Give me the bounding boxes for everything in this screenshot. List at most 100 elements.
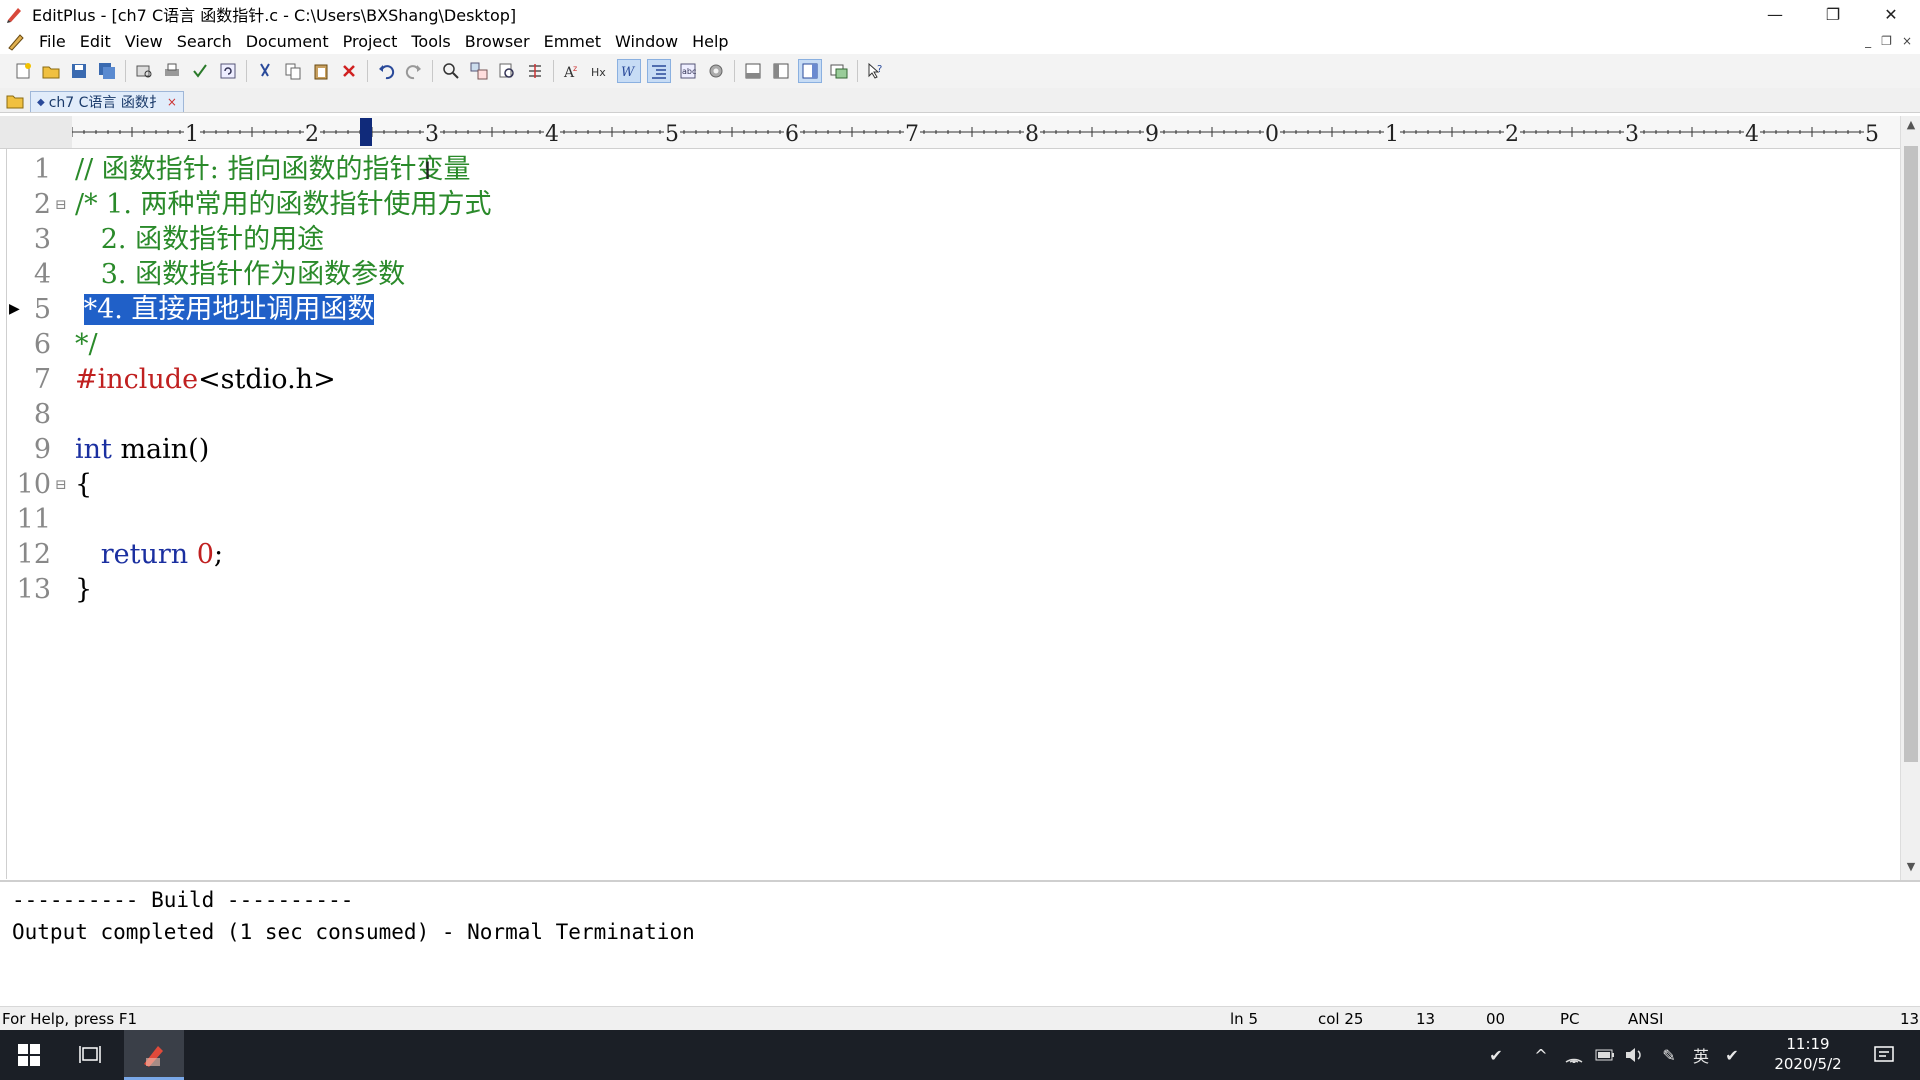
close-button[interactable]: ✕ <box>1862 0 1920 28</box>
ruler-digit: 1 <box>1385 122 1399 147</box>
menu-file[interactable]: File <box>32 32 73 51</box>
delete-icon[interactable] <box>338 60 360 82</box>
status-encoding[interactable]: ANSI <box>1628 1010 1663 1028</box>
tray-volume-icon[interactable] <box>1620 1030 1650 1080</box>
scroll-up-icon[interactable]: ▲ <box>1904 118 1918 134</box>
copy-icon[interactable] <box>282 60 304 82</box>
menu-tools[interactable]: Tools <box>404 32 457 51</box>
mdi-minimize-button[interactable]: _ <box>1865 34 1871 48</box>
taskbar-editplus-app[interactable] <box>124 1030 184 1080</box>
menu-search[interactable]: Search <box>170 32 239 51</box>
line-number: 9 <box>33 434 51 465</box>
code-line[interactable]: 11 <box>7 502 1887 537</box>
word-wrap-icon[interactable]: W <box>617 59 641 83</box>
code-line[interactable]: 2 ⊟ /* 1. 两种常用的函数指针使用方式 <box>7 187 1887 222</box>
code-text: 2. 函数指针的用途 <box>75 222 324 257</box>
tab-close-icon[interactable]: × <box>167 95 177 109</box>
tray-network-icon[interactable] <box>1560 1030 1588 1080</box>
redo-icon[interactable] <box>403 60 425 82</box>
line-number: 13 <box>16 574 51 605</box>
new-file-icon[interactable] <box>12 60 34 82</box>
task-view-icon[interactable] <box>62 1030 118 1080</box>
menu-view[interactable]: View <box>118 32 170 51</box>
document-pencil-icon[interactable] <box>6 31 26 51</box>
save-icon[interactable] <box>68 60 90 82</box>
settings-gear-icon[interactable] <box>705 60 727 82</box>
tray-pen-icon[interactable]: ✎ <box>1654 1030 1684 1080</box>
code-editor[interactable]: 1// 函数指针: 指向函数的指针变量 2 ⊟/* 1. 两种常用的函数指针使用方式… <box>6 149 1901 879</box>
mdi-restore-button[interactable]: ❐ <box>1881 34 1892 48</box>
code-line[interactable]: 13} <box>7 572 1887 607</box>
code-line[interactable]: 9 int main() <box>7 432 1887 467</box>
menu-document[interactable]: Document <box>239 32 336 51</box>
replace-icon[interactable] <box>468 60 490 82</box>
column-select-icon[interactable]: abc <box>677 60 699 82</box>
code-line[interactable]: 1 // 函数指针: 指向函数的指针变量 <box>7 152 1887 187</box>
code-token-plain: ; <box>213 539 224 570</box>
svg-text:?: ? <box>877 64 882 75</box>
hex-view-icon[interactable]: Hx <box>589 60 611 82</box>
toggle-output-icon[interactable] <box>742 60 764 82</box>
save-all-icon[interactable] <box>96 60 118 82</box>
code-line[interactable]: 10 ⊟ { <box>7 467 1887 502</box>
fold-toggle-icon[interactable]: ⊟ <box>55 188 67 223</box>
code-line[interactable]: 8 <box>7 397 1887 432</box>
mdi-close-button[interactable]: × <box>1902 34 1912 48</box>
ruler-digit: 5 <box>1865 122 1879 147</box>
browser-preview-icon[interactable] <box>828 60 850 82</box>
find-in-files-icon[interactable] <box>496 60 518 82</box>
tray-chevron-up-icon[interactable]: ^ <box>1528 1030 1554 1080</box>
spell-check-icon[interactable] <box>189 60 211 82</box>
toggle-cliptext-icon[interactable] <box>798 59 822 83</box>
tab-diamond-icon: ◆ <box>37 96 45 108</box>
goto-line-icon[interactable] <box>524 60 546 82</box>
print-preview-icon[interactable] <box>133 60 155 82</box>
menu-edit[interactable]: Edit <box>73 32 118 51</box>
find-icon[interactable] <box>440 60 462 82</box>
tray-check-icon[interactable]: ✔ <box>1480 1030 1512 1080</box>
menu-help[interactable]: Help <box>685 32 735 51</box>
restore-button[interactable]: ❐ <box>1804 0 1862 28</box>
taskbar-clock[interactable]: 11:19 2020/5/2 <box>1748 1034 1868 1074</box>
scroll-down-icon[interactable]: ▼ <box>1904 860 1918 876</box>
help-context-icon[interactable]: ? <box>865 60 887 82</box>
code-line[interactable]: 3 2. 函数指针的用途 <box>7 222 1887 257</box>
tray-ime-indicator[interactable]: 英 <box>1688 1030 1714 1080</box>
tray-check-icon-2[interactable]: ✔ <box>1718 1030 1746 1080</box>
toggle-directory-icon[interactable] <box>770 60 792 82</box>
editplus-app-icon <box>7 8 21 23</box>
code-line[interactable]: 7 #include<stdio.h> <box>7 362 1887 397</box>
code-line[interactable]: 6 */ <box>7 327 1887 362</box>
tray-battery-icon[interactable] <box>1590 1030 1620 1080</box>
minimize-button[interactable]: — <box>1746 0 1804 28</box>
ruler-digit: 2 <box>305 122 319 147</box>
status-file-format[interactable]: PC <box>1560 1010 1580 1028</box>
indent-icon[interactable] <box>647 59 671 83</box>
menu-browser[interactable]: Browser <box>458 32 537 51</box>
print-icon[interactable] <box>161 60 183 82</box>
tab-ch7-file[interactable]: ◆ ch7 C语言 函数扌 × <box>30 91 184 112</box>
open-folder-icon[interactable] <box>40 60 62 82</box>
undo-icon[interactable] <box>375 60 397 82</box>
menu-window[interactable]: Window <box>608 32 685 51</box>
menu-emmet[interactable]: Emmet <box>537 32 608 51</box>
paste-icon[interactable] <box>310 60 332 82</box>
cut-icon[interactable] <box>254 60 276 82</box>
vertical-scrollbar[interactable]: ▲ ▼ <box>1900 116 1920 880</box>
code-line[interactable]: 12 return 0; <box>7 537 1887 572</box>
code-line[interactable]: ▶ 5 *4. 直接用地址调用函数 <box>7 292 1887 327</box>
fold-toggle-icon[interactable]: ⊟ <box>55 468 67 503</box>
ruler-caret-column-marker <box>360 118 372 146</box>
line-number: 11 <box>16 504 51 535</box>
menu-project[interactable]: Project <box>336 32 405 51</box>
font-icon[interactable]: Az <box>561 60 583 82</box>
output-window[interactable]: ---------- Build ---------- Output compl… <box>0 880 1920 1007</box>
folder-icon[interactable] <box>6 93 24 109</box>
scrollbar-thumb[interactable] <box>1904 146 1918 762</box>
code-line[interactable]: 4 3. 函数指针作为函数参数 <box>7 257 1887 292</box>
start-windows-icon[interactable] <box>0 1030 58 1080</box>
reload-icon[interactable] <box>217 60 239 82</box>
notification-center-icon[interactable] <box>1864 1030 1904 1080</box>
svg-text:abc: abc <box>682 67 696 76</box>
